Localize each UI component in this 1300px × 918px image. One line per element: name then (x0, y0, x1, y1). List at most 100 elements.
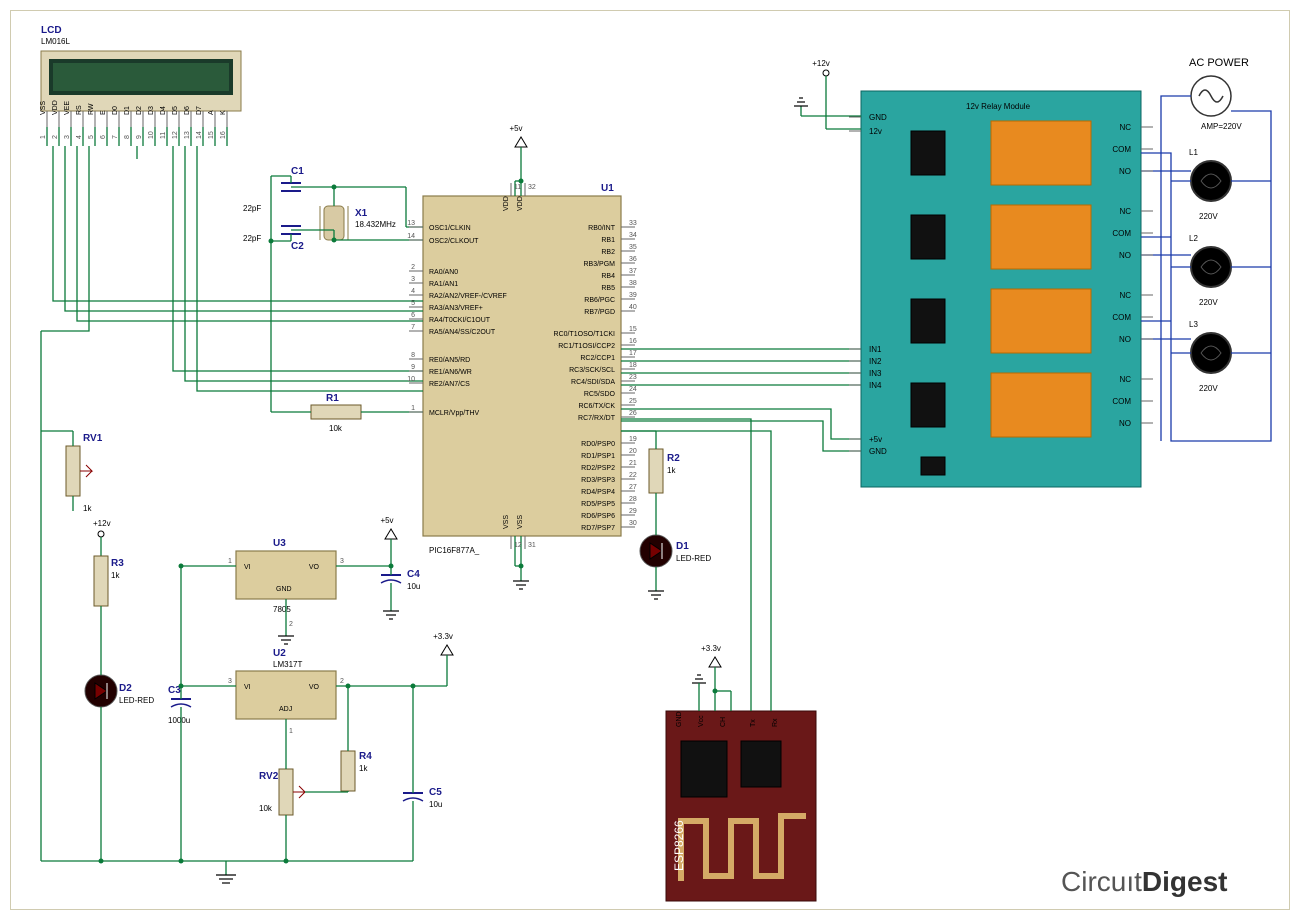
svg-text:CH: CH (720, 717, 727, 727)
svg-text:VSS: VSS (517, 515, 524, 529)
svg-text:RC0/T1OSO/T1CKI: RC0/T1OSO/T1CKI (554, 331, 616, 338)
svg-text:RS: RS (76, 105, 83, 115)
svg-text:Vcc: Vcc (698, 715, 705, 727)
svg-text:1: 1 (289, 728, 293, 735)
svg-text:+5v: +5v (509, 124, 522, 133)
c4-val: 10u (407, 582, 420, 591)
svg-text:1: 1 (228, 558, 232, 565)
svg-text:VDD: VDD (503, 196, 510, 211)
svg-text:RC1/T1OSI/CCP2: RC1/T1OSI/CCP2 (558, 343, 615, 350)
u2-ref: U2 (273, 648, 286, 659)
svg-text:RA1/AN1: RA1/AN1 (429, 281, 458, 288)
r1-ref: R1 (326, 393, 339, 404)
lcd-val: LM016L (41, 37, 70, 46)
svg-text:3: 3 (411, 276, 415, 283)
d2-ref: D2 (119, 683, 132, 694)
svg-text:24: 24 (629, 386, 637, 393)
svg-text:12v: 12v (869, 127, 882, 136)
svg-text:22: 22 (629, 472, 637, 479)
r2-d1: R2 1k D1 LED-RED (640, 449, 711, 567)
r3-val: 1k (111, 571, 120, 580)
svg-text:IN1: IN1 (869, 345, 882, 354)
svg-text:30: 30 (629, 520, 637, 527)
c2-ref: C2 (291, 241, 304, 252)
x1-ref: X1 (355, 208, 368, 219)
watermark: CircuıtDigest (1061, 866, 1227, 897)
svg-text:NO: NO (1119, 251, 1131, 260)
svg-text:31: 31 (528, 542, 536, 549)
svg-text:RE0/AN5/RD: RE0/AN5/RD (429, 357, 470, 364)
svg-text:16: 16 (220, 131, 227, 139)
svg-text:RE2/AN7/CS: RE2/AN7/CS (429, 381, 470, 388)
svg-text:20: 20 (629, 448, 637, 455)
lcd-ref: LCD (41, 25, 62, 36)
ac-section: AC POWER AMP=220V L1220VL2220VL3220V (1171, 57, 1271, 393)
c5-val: 10u (429, 800, 442, 809)
svg-text:VSS: VSS (503, 515, 510, 529)
svg-text:15: 15 (208, 131, 215, 139)
rv1: RV1 1k (66, 433, 103, 513)
svg-text:34: 34 (629, 232, 637, 239)
r4-ref: R4 (359, 751, 372, 762)
svg-text:RB4: RB4 (601, 273, 615, 280)
svg-text:GND: GND (869, 113, 887, 122)
c4-ref: C4 (407, 569, 420, 580)
svg-text:D3: D3 (148, 106, 155, 115)
svg-text:Rx: Rx (772, 718, 779, 727)
r2-ref: R2 (667, 453, 680, 464)
ac-title: AC POWER (1189, 57, 1249, 69)
svg-text:VDD: VDD (517, 196, 524, 211)
svg-text:VI: VI (244, 564, 251, 571)
schematic-svg: LCD LM016L C1 22pF C2 22pF X1 18.432MHz (11, 11, 1291, 911)
svg-text:21: 21 (629, 460, 637, 467)
esp8266: ESP8266 (666, 711, 816, 901)
svg-text:4: 4 (76, 135, 83, 139)
svg-text:NO: NO (1119, 419, 1131, 428)
svg-text:39: 39 (629, 292, 637, 299)
svg-text:2: 2 (289, 621, 293, 628)
c2-val: 22pF (243, 234, 261, 243)
svg-text:RC5/SDO: RC5/SDO (584, 391, 616, 398)
svg-text:3: 3 (340, 558, 344, 565)
r2-val: 1k (667, 466, 676, 475)
u3-val: 7805 (273, 605, 291, 614)
svg-text:COM: COM (1112, 145, 1131, 154)
svg-text:RC6/TX/CK: RC6/TX/CK (578, 403, 615, 410)
c1-ref: C1 (291, 166, 304, 177)
d1-ref: D1 (676, 541, 689, 552)
svg-text:220V: 220V (1199, 298, 1218, 307)
rv1-val: 1k (83, 504, 92, 513)
svg-text:9: 9 (411, 364, 415, 371)
svg-text:7: 7 (411, 324, 415, 331)
svg-text:D4: D4 (160, 106, 167, 115)
svg-text:Tx: Tx (750, 719, 757, 727)
svg-text:17: 17 (629, 350, 637, 357)
rv2-ref: RV2 (259, 771, 279, 782)
svg-text:40: 40 (629, 304, 637, 311)
r1: R1 10k (311, 393, 361, 433)
svg-text:RD5/PSP5: RD5/PSP5 (581, 501, 615, 508)
svg-text:4: 4 (411, 288, 415, 295)
svg-text:11: 11 (514, 184, 521, 191)
svg-text:NC: NC (1119, 123, 1131, 132)
svg-text:RC7/RX/DT: RC7/RX/DT (578, 415, 616, 422)
svg-text:37: 37 (629, 268, 637, 275)
svg-text:10: 10 (407, 376, 415, 383)
svg-text:15: 15 (629, 326, 637, 333)
svg-text:18: 18 (629, 362, 637, 369)
svg-text:3: 3 (228, 678, 232, 685)
svg-text:27: 27 (629, 484, 637, 491)
svg-text:12: 12 (514, 542, 522, 549)
svg-text:L3: L3 (1189, 320, 1198, 329)
svg-text:220V: 220V (1199, 384, 1218, 393)
svg-text:RB2: RB2 (601, 249, 615, 256)
svg-text:RD4/PSP4: RD4/PSP4 (581, 489, 615, 496)
svg-text:RB7/PGD: RB7/PGD (584, 309, 615, 316)
svg-text:D2: D2 (136, 106, 143, 115)
svg-text:13: 13 (407, 220, 415, 227)
svg-text:35: 35 (629, 244, 637, 251)
r4-val: 1k (359, 764, 368, 773)
x1-val: 18.432MHz (355, 220, 396, 229)
svg-text:RB6/PGC: RB6/PGC (584, 297, 615, 304)
svg-text:VEE: VEE (64, 101, 71, 115)
